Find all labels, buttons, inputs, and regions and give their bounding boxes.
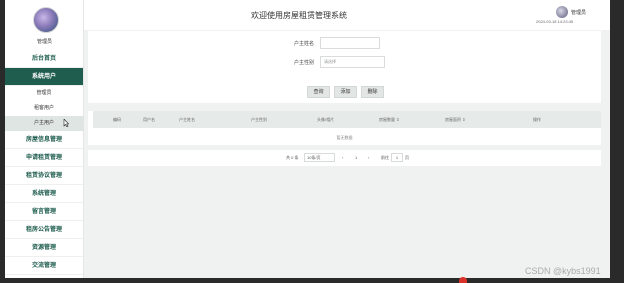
page-number-current[interactable]: 1: [355, 155, 357, 160]
page-title: 欢迎使用房屋租赁管理系统: [251, 11, 347, 20]
column-header-owner-gender: 户主性别: [251, 117, 267, 122]
sidebar-menu: 后台首页 系统用户 管理员 租客用户 户主用户 房屋信息管理 申请租赁管理 租赁…: [5, 50, 83, 275]
table-empty-text: 暂无数据: [336, 135, 353, 140]
owner-gender-select[interactable]: 请选择: [320, 56, 385, 68]
header-username[interactable]: 管理员: [571, 9, 586, 16]
goto-label: 前往: [381, 155, 389, 160]
pagination: 共 0 条 10条/页 ‹ 1 › 前往 1 页: [88, 150, 601, 166]
data-table: 编码 用户名 户主姓名 户主性别 头像/相片 房屋数量 ⇕ 房屋面积 ⇕ 操作 …: [88, 111, 601, 145]
column-header-house-count[interactable]: 房屋数量 ⇕: [379, 117, 399, 123]
page-size-select[interactable]: 10条/页: [304, 153, 335, 162]
pointer-cursor-icon: [63, 118, 70, 129]
column-header-code: 编码: [113, 117, 121, 122]
column-header-house-area[interactable]: 房屋面积 ⇕: [445, 117, 465, 123]
sidebar-item-home[interactable]: 后台首页: [5, 50, 83, 68]
sidebar-subitem-admin[interactable]: 管理员: [5, 86, 83, 101]
window-frame-right: [610, 0, 624, 283]
table-header: 编码 用户名 户主姓名 户主性别 头像/相片 房屋数量 ⇕ 房屋面积 ⇕ 操作: [93, 111, 601, 128]
sidebar-subitem-owner-users[interactable]: 户主用户: [5, 116, 83, 131]
sidebar-item-system-management[interactable]: 系统管理: [5, 185, 83, 203]
record-indicator-icon: [459, 277, 467, 283]
pagination-total: 共 0 条: [286, 155, 299, 160]
sidebar-item-system-users[interactable]: 系统用户: [5, 68, 83, 86]
owner-gender-row: 户主性别 请选择: [88, 56, 601, 68]
sidebar-item-house-info[interactable]: 房屋信息管理: [5, 131, 83, 149]
prev-page-button[interactable]: ‹: [342, 155, 343, 160]
sidebar-item-messages[interactable]: 留言管理: [5, 203, 83, 221]
sidebar-item-resources[interactable]: 资源管理: [5, 239, 83, 257]
column-header-actions: 操作: [533, 117, 541, 122]
user-avatar-icon[interactable]: [33, 7, 59, 33]
watermark: CSDN @kybs1991: [525, 266, 601, 276]
page-unit-label: 页: [405, 155, 409, 160]
sidebar-subitem-tenant-users[interactable]: 租客用户: [5, 101, 83, 116]
header-avatar-icon[interactable]: [556, 6, 568, 18]
owner-name-label: 户主姓名: [293, 41, 314, 47]
query-button[interactable]: 查询: [307, 86, 330, 98]
owner-name-input[interactable]: [320, 37, 380, 49]
goto-page-input[interactable]: 1: [391, 153, 403, 162]
add-button[interactable]: 添加: [334, 86, 357, 98]
column-header-username: 用户名: [143, 117, 155, 122]
owner-gender-label: 户主性别: [293, 60, 314, 66]
column-header-photo: 头像/相片: [317, 117, 335, 122]
next-page-button[interactable]: ›: [368, 155, 369, 160]
window-frame-bottom: [0, 278, 624, 283]
sidebar-item-rental-applications[interactable]: 申请租赁管理: [5, 149, 83, 167]
header-timestamp: 2024-03-18 14:23:45: [536, 19, 574, 24]
search-panel: 户主姓名 户主性别 请选择 查询 添加 删除: [88, 31, 601, 103]
sidebar-item-announcements[interactable]: 租房公告管理: [5, 221, 83, 239]
sidebar-item-communication[interactable]: 交流管理: [5, 257, 83, 275]
top-header: 欢迎使用房屋租赁管理系统 管理员 2024-03-18 14:23:45: [84, 0, 610, 30]
delete-button[interactable]: 删除: [361, 86, 384, 98]
sidebar-username: 管理员: [36, 39, 52, 45]
sidebar-subitem-owner-users-label: 户主用户: [33, 120, 54, 126]
sidebar-profile: 管理员: [5, 0, 83, 50]
owner-name-row: 户主姓名: [88, 37, 601, 49]
sidebar-item-lease-agreements[interactable]: 租赁协议管理: [5, 167, 83, 185]
sidebar: 管理员 后台首页 系统用户 管理员 租客用户 户主用户 房屋信息管理 申请租赁管…: [5, 0, 84, 278]
column-header-owner-name: 户主姓名: [179, 117, 195, 122]
